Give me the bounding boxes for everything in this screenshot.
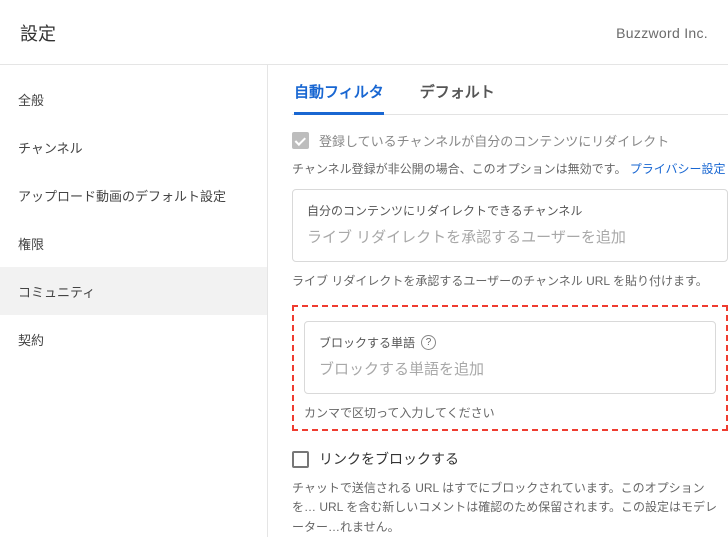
page-title: 設定	[20, 20, 56, 46]
sidebar-item-label: チャンネル	[18, 138, 83, 157]
help-icon[interactable]: ?	[421, 335, 436, 350]
sidebar-item-label: コミュニティ	[18, 282, 95, 301]
settings-sidebar: 全般 チャンネル アップロード動画のデフォルト設定 権限 コミュニティ 契約	[0, 65, 268, 537]
checkbox-redirect-label: 登録しているチャンネルが自分のコンテンツにリダイレクト	[319, 131, 669, 150]
sidebar-item-label: 全般	[18, 90, 44, 109]
tab-default[interactable]: デフォルト	[420, 81, 495, 115]
redirect-help: ライブ リダイレクトを承認するユーザーのチャンネル URL を貼り付けます。	[292, 272, 728, 289]
highlight-block-words: ブロックする単語 ? カンマで区切って入力してください	[292, 305, 728, 431]
block-words-help: カンマで区切って入力してください	[304, 404, 716, 421]
sidebar-item-agreements[interactable]: 契約	[0, 315, 267, 363]
tab-auto-filter[interactable]: 自動フィルタ	[294, 81, 384, 115]
sidebar-item-label: アップロード動画のデフォルト設定	[18, 186, 226, 205]
sidebar-item-channel[interactable]: チャンネル	[0, 123, 267, 171]
field-label: ブロックする単語 ?	[319, 334, 701, 351]
block-words-input[interactable]	[319, 361, 701, 378]
tabs: 自動フィルタ デフォルト	[292, 81, 728, 115]
redirect-channels-field[interactable]: 自分のコンテンツにリダイレクトできるチャンネル	[292, 189, 728, 262]
redirect-channels-input[interactable]	[307, 229, 713, 246]
sidebar-item-permissions[interactable]: 権限	[0, 219, 267, 267]
settings-main: 自動フィルタ デフォルト 登録しているチャンネルが自分のコンテンツにリダイレクト…	[268, 65, 728, 537]
checkbox-block-links-label: リンクをブロックする	[319, 449, 459, 469]
check-icon	[294, 134, 305, 145]
sidebar-item-label: 権限	[18, 234, 44, 253]
brand-label: Buzzword Inc.	[616, 25, 708, 41]
block-words-field[interactable]: ブロックする単語 ?	[304, 321, 716, 394]
sidebar-item-community[interactable]: コミュニティ	[0, 267, 267, 315]
checkbox-redirect	[292, 132, 309, 149]
note-text: チャンネル登録が非公開の場合、このオプションは無効です。	[292, 162, 626, 176]
sidebar-item-upload-defaults[interactable]: アップロード動画のデフォルト設定	[0, 171, 267, 219]
field-label: 自分のコンテンツにリダイレクトできるチャンネル	[307, 202, 713, 219]
sidebar-item-general[interactable]: 全般	[0, 75, 267, 123]
privacy-settings-link[interactable]: プライバシー設定	[630, 162, 726, 176]
block-links-desc: チャットで送信される URL はすでにブロックされています。このオプションを… …	[292, 479, 728, 537]
checkbox-block-links[interactable]	[292, 451, 309, 468]
redirect-note: チャンネル登録が非公開の場合、このオプションは無効です。 プライバシー設定	[292, 160, 728, 179]
field-label-text: ブロックする単語	[319, 334, 415, 351]
sidebar-item-label: 契約	[18, 330, 44, 349]
